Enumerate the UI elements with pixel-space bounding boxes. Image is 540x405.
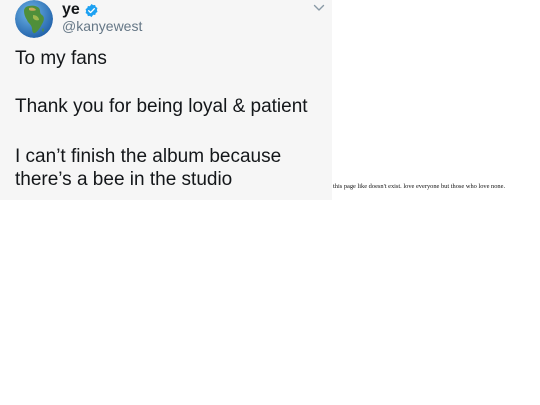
tweet-text-line-4: there’s a bee in the studio (15, 169, 233, 190)
side-note-text: this page like doesn't exist. love every… (333, 183, 506, 190)
tweet-text-line-2: Thank you for being loyal & patient (15, 96, 308, 117)
display-name-row: ye (62, 1, 99, 19)
chevron-down-icon[interactable] (313, 3, 325, 13)
avatar[interactable] (15, 0, 53, 38)
handle[interactable]: @kanyewest (62, 18, 142, 34)
tweet-text-line-1: To my fans (15, 48, 107, 69)
verified-badge-icon (85, 3, 98, 17)
display-name[interactable]: ye (62, 1, 80, 19)
tweet-card: ye @kanyewest To my fans Thank you for b… (0, 0, 332, 200)
tweet-text-line-3: I can’t finish the album because (15, 146, 282, 167)
globe-africa-icon (15, 0, 53, 38)
